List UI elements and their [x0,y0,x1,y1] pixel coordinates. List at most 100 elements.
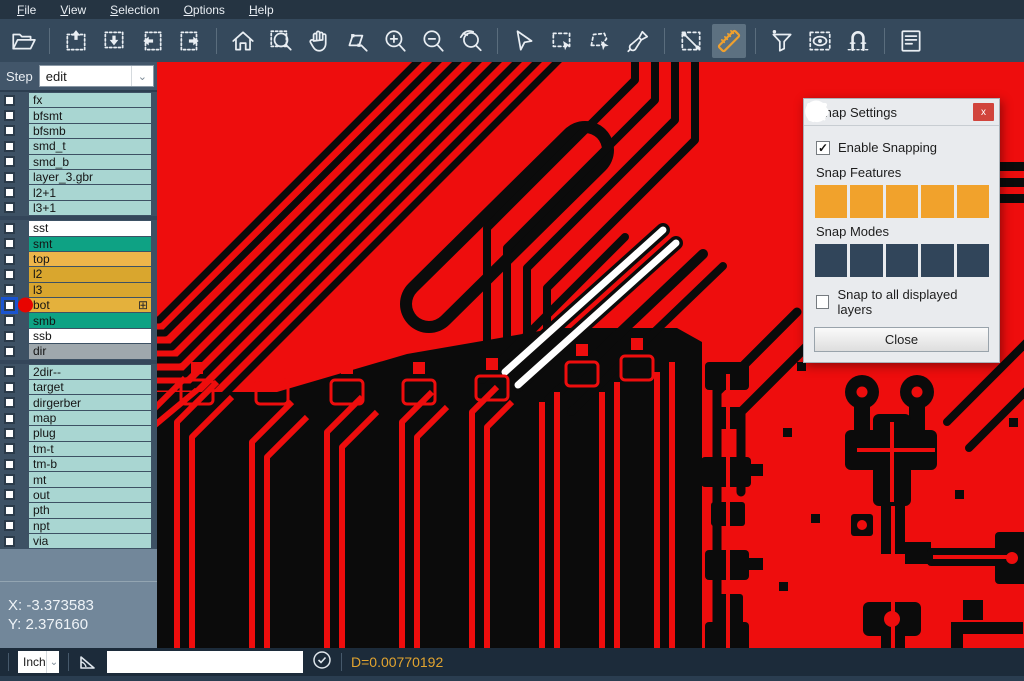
snap-feature-surface-icon[interactable] [886,185,918,218]
layer-row-tm-b[interactable]: tm-b [0,457,157,471]
measure-point-to-point-icon[interactable] [674,24,708,58]
layer-visibility-checkbox[interactable] [4,428,15,439]
layer-label[interactable]: mt [29,472,151,486]
layer-row-plug[interactable]: plug [0,426,157,440]
dialog-title-bar[interactable]: Snap Settings x [804,99,999,126]
zoom-out-icon[interactable] [416,24,450,58]
layer-row-npt[interactable]: npt [0,519,157,533]
layer-visibility-checkbox[interactable] [4,125,15,136]
layer-visibility-checkbox[interactable] [4,284,15,295]
zoom-window-icon[interactable] [264,24,298,58]
grid-icon[interactable]: ⊞ [138,299,148,311]
layer-visibility-checkbox[interactable] [4,489,15,500]
layer-visibility-checkbox[interactable] [4,254,15,265]
layer-label[interactable]: l3 [29,283,151,297]
close-button[interactable]: Close [814,327,989,352]
layer-row-fx[interactable]: fx [0,93,157,107]
layer-row-map[interactable]: map [0,411,157,425]
command-input[interactable] [107,651,303,673]
layer-label[interactable]: npt [29,519,151,533]
layer-row-l2[interactable]: l2 [0,267,157,281]
layer-visibility-checkbox[interactable] [4,459,15,470]
chevron-down-icon[interactable]: ⌄ [131,66,153,86]
pan-hand-icon[interactable] [302,24,336,58]
layer-row-target[interactable]: target [0,380,157,394]
pan-left-icon[interactable] [135,24,169,58]
layer-visibility-checkbox[interactable] [4,346,15,357]
layer-row-sst[interactable]: sst [0,221,157,235]
snap-feature-line-icon[interactable] [815,185,847,218]
layer-label[interactable]: pth [29,503,151,517]
layer-label[interactable]: smb [29,313,151,327]
snap-mode-contour-icon[interactable] [957,244,989,277]
snap-mode-pad-end-right-icon[interactable] [886,244,918,277]
report-icon[interactable] [894,24,928,58]
layer-row-bfsmb[interactable]: bfsmb [0,124,157,138]
layer-label[interactable]: smd_b [29,155,151,169]
layer-label[interactable]: l2 [29,267,151,281]
layer-visibility-checkbox[interactable] [4,331,15,342]
layer-visibility-checkbox[interactable] [4,413,15,424]
layer-label[interactable]: smd_t [29,139,151,153]
layer-label[interactable]: tm-b [29,457,151,471]
select-cursor-icon[interactable] [507,24,541,58]
step-select[interactable]: edit ⌄ [39,65,154,87]
pan-up-icon[interactable] [59,24,93,58]
view-options-icon[interactable] [803,24,837,58]
layer-visibility-checkbox[interactable] [4,520,15,531]
filter-icon[interactable] [765,24,799,58]
layer-visibility-checkbox[interactable] [4,366,15,377]
layer-visibility-checkbox[interactable] [4,443,15,454]
zoom-previous-icon[interactable] [454,24,488,58]
menu-selection[interactable]: Selection [99,1,170,19]
pcb-canvas[interactable]: Snap Settings x Enable Snapping Snap Fea… [157,62,1024,648]
snap-all-row[interactable]: Snap to all displayed layers [816,287,989,317]
layer-label[interactable]: dir [29,344,151,358]
snap-all-checkbox[interactable] [816,295,829,309]
paint-select-icon[interactable] [621,24,655,58]
layer-visibility-checkbox[interactable] [4,315,15,326]
snap-feature-text-icon[interactable] [957,185,989,218]
layer-label[interactable]: bfsmb [29,124,151,138]
layer-label[interactable]: smt [29,237,151,251]
layer-visibility-checkbox[interactable] [4,397,15,408]
layer-label[interactable]: target [29,380,151,394]
layer-label[interactable]: plug [29,426,151,440]
layer-row-bot[interactable]: bot⊞ [0,298,157,312]
layer-visibility-checkbox[interactable] [4,382,15,393]
layer-visibility-checkbox[interactable] [4,156,15,167]
layer-visibility-checkbox[interactable] [4,172,15,183]
layer-visibility-checkbox[interactable] [4,223,15,234]
menu-view[interactable]: View [49,1,97,19]
layer-label[interactable]: 2dir-- [29,365,151,379]
layer-row-smb[interactable]: smb [0,313,157,327]
layer-label[interactable]: layer_3.gbr [29,170,151,184]
menu-options[interactable]: Options [173,1,236,19]
close-icon[interactable]: x [973,103,994,121]
layer-row-ssb[interactable]: ssb [0,329,157,343]
layer-row-l3[interactable]: l3 [0,283,157,297]
layer-visibility-checkbox[interactable] [4,238,15,249]
layer-row-dirgerber[interactable]: dirgerber [0,395,157,409]
layer-visibility-checkbox[interactable] [4,141,15,152]
select-polygon-icon[interactable] [583,24,617,58]
layer-row-mt[interactable]: mt [0,472,157,486]
layer-row-pth[interactable]: pth [0,503,157,517]
snap-feature-circle-icon[interactable] [850,185,882,218]
layer-row-smd_b[interactable]: smd_b [0,155,157,169]
layer-visibility-checkbox[interactable] [4,300,15,311]
layer-row-2dir--[interactable]: 2dir-- [0,365,157,379]
zoom-in-icon[interactable] [378,24,412,58]
pan-right-icon[interactable] [173,24,207,58]
home-view-icon[interactable] [226,24,260,58]
layer-visibility-checkbox[interactable] [4,95,15,106]
layer-row-bfsmt[interactable]: bfsmt [0,108,157,122]
open-icon[interactable] [6,24,40,58]
layer-row-l2+1[interactable]: l2+1 [0,185,157,199]
layer-label[interactable]: fx [29,93,151,107]
layer-visibility-checkbox[interactable] [4,269,15,280]
layer-row-dir[interactable]: dir [0,344,157,358]
layer-label[interactable]: sst [29,221,151,235]
layer-label[interactable]: bot⊞ [29,298,151,312]
layer-row-l3+1[interactable]: l3+1 [0,201,157,215]
